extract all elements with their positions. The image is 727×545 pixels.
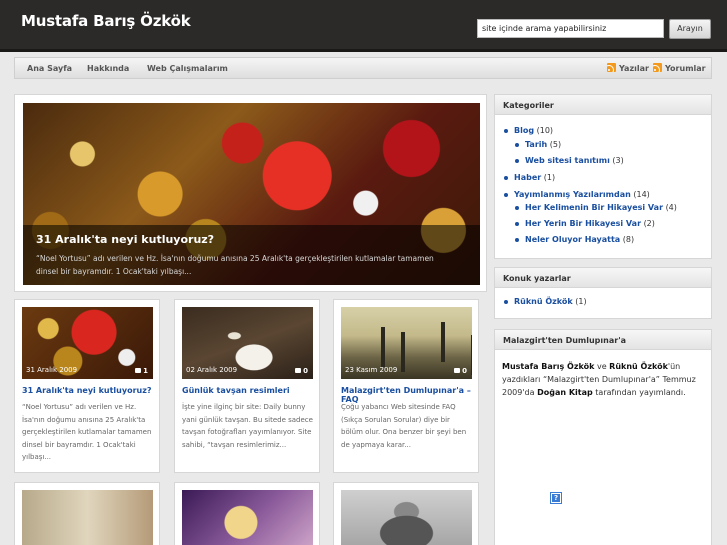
widget-title: Kategoriler (495, 95, 711, 115)
book-text-and: ve (594, 362, 610, 371)
post-thumbnail[interactable]: 31 Aralık 2009 1 (22, 307, 153, 379)
featured-image[interactable]: 31 Aralık'ta neyi kutluyoruz? “Noel Yort… (23, 103, 480, 285)
publisher-name: Doğan Kitap (537, 388, 593, 397)
comment-count[interactable]: 0 (454, 367, 467, 375)
category-link[interactable]: Blog (514, 126, 534, 135)
category-item: Web sitesi tanıtımı (3) (515, 156, 624, 165)
widget-title: Malazgirt'ten Dumlupınar'a (495, 330, 711, 350)
category-item: Blog (10) (503, 126, 554, 135)
category-count: (5) (549, 140, 562, 149)
post-thumbnail[interactable]: 23 Kasım 2009 0 (341, 307, 472, 379)
category-item: Yayımlanmış Yazılarımdan (14) (504, 190, 650, 199)
featured-excerpt: “Noel Yortusu” adı verilen ve Hz. İsa'nı… (36, 254, 434, 276)
post-thumbnail[interactable] (182, 490, 313, 545)
rss-icon (607, 63, 616, 72)
post-date: 23 Kasım 2009 (345, 366, 398, 374)
category-count: (14) (633, 190, 650, 199)
featured-post: 31 Aralık'ta neyi kutluyoruz? “Noel Yort… (14, 94, 487, 292)
site-title[interactable]: Mustafa Barış Özkök (21, 12, 191, 30)
comment-count[interactable]: 0 (295, 367, 308, 375)
category-item: Her Yerin Bir Hikayesi Var (2) (515, 219, 655, 228)
category-link[interactable]: Her Kelimenin Bir Hikayesi Var (525, 203, 663, 212)
category-link[interactable]: Her Yerin Bir Hikayesi Var (525, 219, 641, 228)
post-excerpt: “Noel Yortusu” adı verilen ve Hz. İsa'nı… (22, 403, 152, 461)
feed-comments-label: Yorumlar (665, 64, 706, 73)
post-card: 23 Kasım 2009 0 Malazgirt'ten Dumlupınar… (333, 299, 479, 473)
category-link[interactable]: Yayımlanmış Yazılarımdan (514, 190, 631, 199)
post-excerpt: Çoğu yabancı Web sitesinde FAQ (Sıkça So… (341, 403, 467, 449)
category-count: (4) (665, 203, 677, 212)
widget-title: Konuk yazarlar (495, 268, 711, 288)
nav-item-web-works[interactable]: Web Çalışmalarım (147, 64, 228, 73)
category-count: (1) (543, 173, 556, 182)
post-card (333, 482, 479, 545)
book-description: Mustafa Barış Özkök ve Rüknü Özkök'ün ya… (502, 360, 706, 399)
post-title[interactable]: 31 Aralık'ta neyi kutluyoruz? (22, 386, 157, 395)
post-card: 02 Aralık 2009 0 Günlük tavşan resimleri… (174, 299, 320, 473)
category-count: (10) (536, 126, 554, 135)
guest-author-link[interactable]: Rüknü Özkök (514, 297, 573, 306)
search-input[interactable]: site içinde arama yapabilirsiniz (477, 19, 664, 38)
site-header: Mustafa Barış Özkök site içinde arama ya… (0, 0, 727, 52)
guest-authors-widget: Konuk yazarlar Rüknü Özkök (1) (494, 267, 712, 319)
post-card (14, 482, 160, 545)
post-card (174, 482, 320, 545)
category-link[interactable]: Web sitesi tanıtımı (525, 156, 610, 165)
book-widget: Malazgirt'ten Dumlupınar'a Mustafa Barış… (494, 329, 712, 545)
nav-item-home[interactable]: Ana Sayfa (27, 64, 72, 73)
help-icon[interactable]: ? (550, 492, 562, 504)
category-item: Haber (1) (503, 173, 556, 182)
rss-icon (653, 63, 662, 72)
book-text: tarafından yayımlandı. (592, 388, 686, 397)
guest-author-count: (1) (575, 297, 587, 306)
feed-comments-link[interactable]: Yorumlar (653, 63, 706, 73)
category-item: Her Kelimenin Bir Hikayesi Var (4) (515, 203, 677, 212)
category-count: (8) (622, 235, 635, 244)
category-count: (2) (643, 219, 655, 228)
post-thumbnail[interactable]: 02 Aralık 2009 0 (182, 307, 313, 379)
comment-count[interactable]: 1 (135, 367, 148, 375)
category-link[interactable]: Haber (514, 173, 541, 182)
search-button[interactable]: Arayın (669, 19, 711, 39)
post-date: 31 Aralık 2009 (26, 366, 78, 374)
post-excerpt: İşte yine ilginç bir site: Daily bunny y… (182, 403, 313, 449)
category-link[interactable]: Tarih (525, 140, 547, 149)
featured-title[interactable]: 31 Aralık'ta neyi kutluyoruz? (36, 233, 214, 246)
post-title[interactable]: Günlük tavşan resimleri (182, 386, 317, 395)
post-thumbnail[interactable] (341, 490, 472, 545)
author-name: Mustafa Barış Özkök (502, 362, 595, 371)
author-name: Rüknü Özkök (609, 362, 668, 371)
post-thumbnail[interactable] (22, 490, 153, 545)
feed-posts-label: Yazılar (619, 64, 649, 73)
post-card: 31 Aralık 2009 1 31 Aralık'ta neyi kutlu… (14, 299, 160, 473)
category-item: Neler Oluyor Hayatta (8) (514, 235, 635, 244)
post-date: 02 Aralık 2009 (186, 366, 238, 374)
category-item: Tarih (5) (514, 140, 562, 149)
category-count: (3) (612, 156, 624, 165)
guest-author-item: Rüknü Özkök (1) (504, 297, 587, 306)
main-nav: Ana Sayfa Hakkında Web Çalışmalarım Yazı… (14, 57, 712, 79)
feed-posts-link[interactable]: Yazılar (607, 63, 649, 73)
nav-item-about[interactable]: Hakkında (87, 64, 129, 73)
category-link[interactable]: Neler Oluyor Hayatta (525, 235, 620, 244)
categories-widget: Kategoriler Blog (10) Tarih (5) Web site… (494, 94, 712, 259)
